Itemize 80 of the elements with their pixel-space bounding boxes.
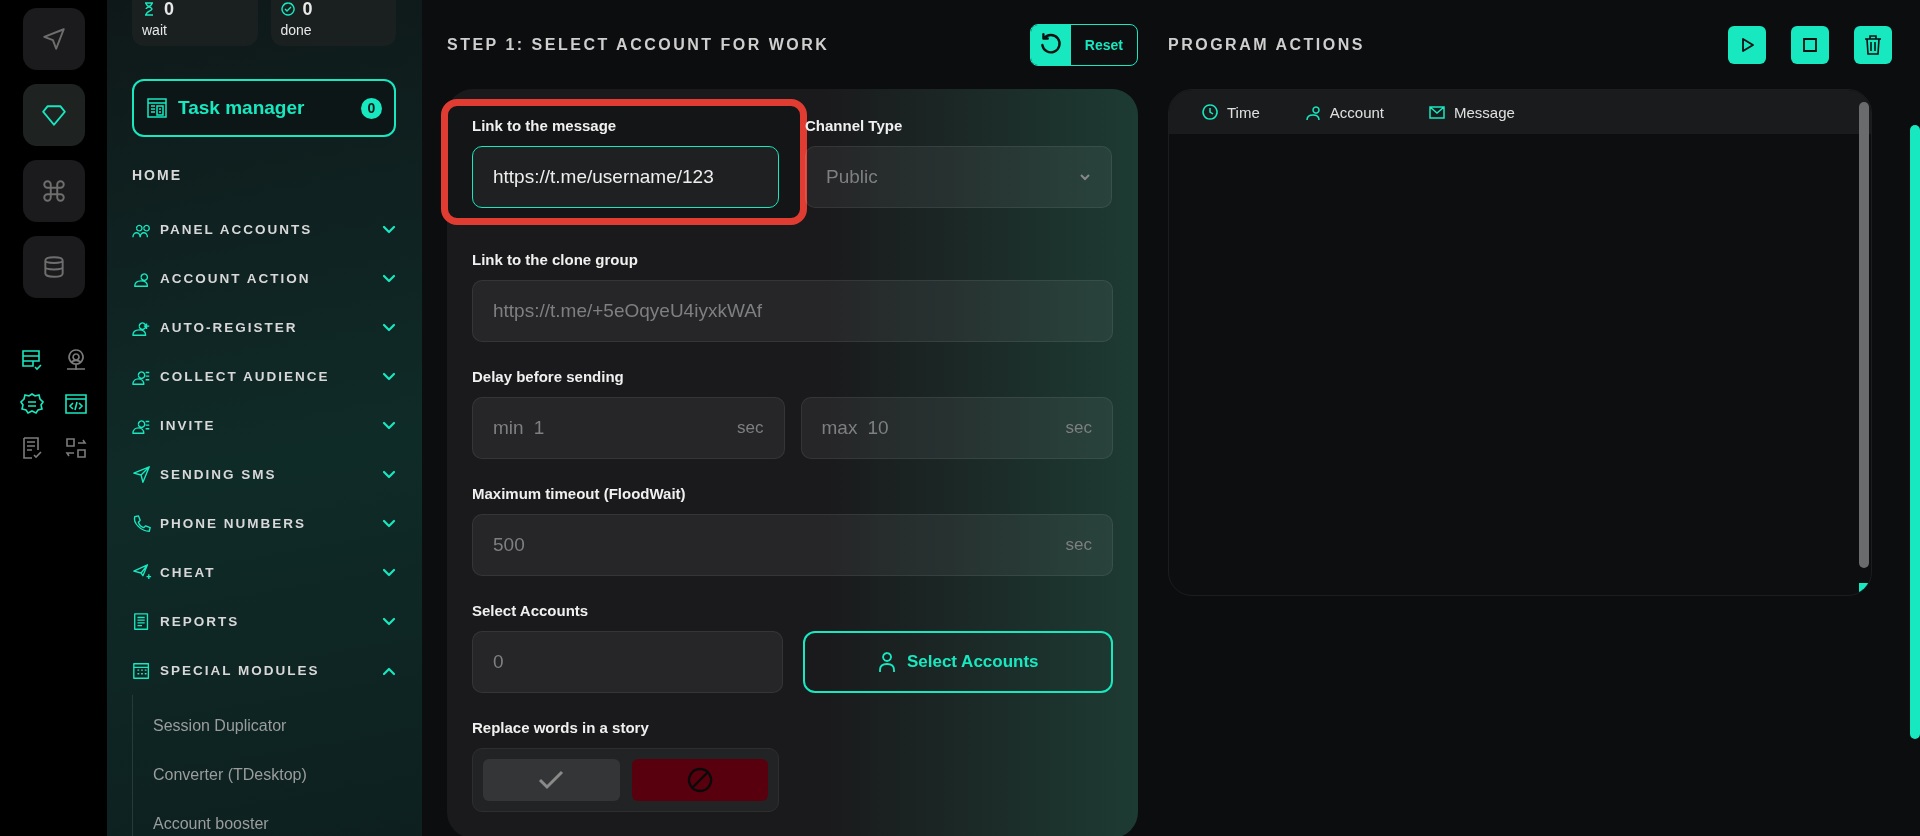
column-header: Message: [1428, 103, 1515, 121]
menu-item[interactable]: PANEL ACCOUNTS: [132, 205, 396, 254]
command-icon: [40, 178, 67, 204]
field-label: Maximum timeout (FloodWait): [472, 485, 687, 502]
menu-label: ACCOUNT ACTION: [160, 271, 312, 286]
field-label: Replace words in a story: [472, 719, 650, 736]
submenu-item[interactable]: Converter (TDesktop): [153, 750, 396, 799]
stop-icon: [1802, 36, 1818, 53]
menu-label: SENDING SMS: [160, 467, 278, 482]
play-icon: [1739, 36, 1755, 53]
menu-item[interactable]: SENDING SMS: [132, 450, 396, 499]
chevron-down-icon: [1079, 173, 1091, 181]
menu-item[interactable]: COLLECT AUDIENCE: [132, 352, 396, 401]
menu-label: INVITE: [160, 418, 217, 433]
user-icon: [1303, 103, 1322, 121]
field-label: Link to the clone group: [472, 251, 639, 268]
rail-tile[interactable]: [22, 160, 85, 222]
column-header: Account: [1303, 103, 1384, 121]
phone-icon: [132, 513, 152, 534]
reset-button[interactable]: Reset: [1029, 23, 1138, 66]
delete-button[interactable]: [1854, 25, 1892, 64]
home-link[interactable]: HOME: [132, 167, 396, 183]
stat-label: wait: [142, 22, 168, 38]
number-input[interactable]: 500: [493, 534, 1056, 556]
number-input[interactable]: 10: [867, 417, 1056, 439]
stop-button[interactable]: [1791, 25, 1829, 64]
menu-label: AUTO-REGISTER: [160, 320, 299, 335]
scrollbar[interactable]: [1859, 102, 1869, 568]
menu-label: REPORTS: [160, 614, 241, 629]
section-title: PROGRAM ACTIONS: [1168, 35, 1365, 54]
message-link-field[interactable]: https://t.me/username/123: [472, 146, 779, 208]
field-label: Delay before sending: [472, 368, 625, 385]
menu-item[interactable]: INVITE: [132, 401, 396, 450]
send-icon: [132, 464, 152, 485]
scrollbar[interactable]: [1910, 125, 1920, 739]
rail-tile[interactable]: [22, 236, 85, 298]
server-check-icon[interactable]: [19, 348, 44, 372]
delay-field[interactable]: max 10 sec: [800, 397, 1113, 459]
task-board-icon: [146, 97, 168, 119]
clock-icon: [1201, 103, 1219, 121]
rail-tile[interactable]: [22, 8, 85, 70]
menu-item[interactable]: ACCOUNT ACTION: [132, 254, 396, 303]
send-icon: [40, 26, 67, 52]
menu-item[interactable]: PHONE NUMBERS: [132, 499, 396, 548]
field-label: Link to the message: [472, 117, 618, 134]
column-header: Time: [1201, 103, 1260, 121]
swap-icon[interactable]: [63, 436, 88, 460]
stat-value: 0: [302, 0, 313, 18]
diamond-icon: [40, 102, 67, 128]
resize-handle[interactable]: [1859, 583, 1869, 593]
stat-label: done: [280, 22, 313, 38]
stat-value: 0: [164, 0, 174, 18]
check-icon: [537, 769, 566, 791]
menu-item[interactable]: CHEAT: [132, 548, 396, 597]
mail-icon: [1428, 103, 1446, 121]
play-button[interactable]: [1728, 25, 1766, 64]
menu-item[interactable]: AUTO-REGISTER: [132, 303, 396, 352]
menu-label: PANEL ACCOUNTS: [160, 222, 314, 237]
calendar-icon: [132, 660, 152, 681]
menu-label: CHEAT: [160, 565, 217, 580]
trash-icon: [1864, 34, 1882, 55]
user-icon: [876, 651, 897, 673]
hourglass-icon: [142, 2, 156, 16]
select-accounts-button[interactable]: Select Accounts: [802, 631, 1113, 693]
prohibited-icon: [686, 767, 713, 793]
menu-label: PHONE NUMBERS: [160, 516, 307, 531]
menu-item[interactable]: REPORTS: [132, 597, 396, 646]
task-manager-button[interactable]: Task manager 0: [132, 79, 396, 137]
code-window-icon[interactable]: [63, 392, 88, 416]
delay-field[interactable]: min 1 sec: [472, 397, 785, 459]
count-badge: 0: [361, 97, 382, 119]
field-label: Select Accounts: [472, 602, 590, 619]
menu-item[interactable]: SPECIAL MODULES: [132, 646, 396, 695]
rail-tile[interactable]: [22, 84, 85, 146]
number-input[interactable]: 1: [533, 417, 728, 439]
submenu-item[interactable]: Session Duplicator: [153, 701, 396, 750]
menu-label: COLLECT AUDIENCE: [160, 369, 331, 384]
submenu-item[interactable]: Account booster: [153, 799, 396, 836]
menu-label: SPECIAL MODULES: [160, 663, 321, 678]
section-title: STEP 1: SELECT ACCOUNT FOR WORK: [447, 35, 830, 54]
